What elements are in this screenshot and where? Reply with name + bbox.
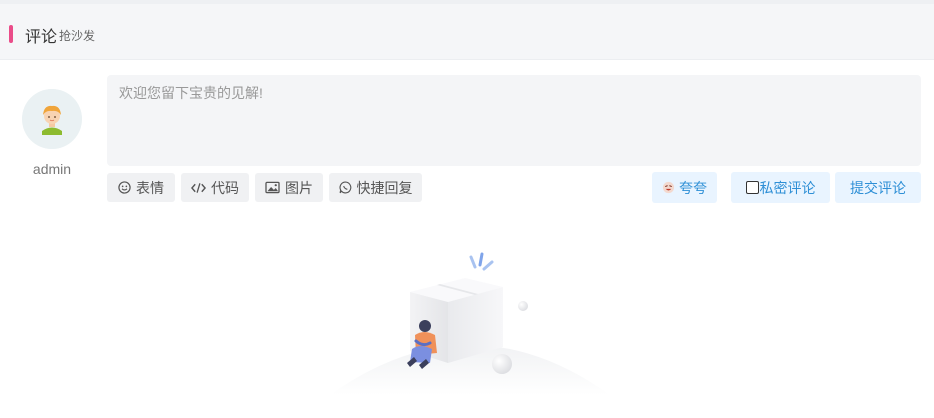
- image-icon: [265, 181, 280, 194]
- quick-reply-button[interactable]: 快捷回复: [329, 173, 422, 202]
- empty-state: [320, 245, 620, 395]
- image-label: 图片: [285, 179, 313, 196]
- emoji-button[interactable]: 表情: [107, 173, 175, 202]
- praise-button[interactable]: 夸夸: [652, 172, 717, 203]
- username: admin: [32, 161, 72, 177]
- avatar-girl-icon: [22, 89, 82, 149]
- section-subtitle: 抢沙发: [59, 29, 96, 43]
- empty-box-illustration-icon: [330, 252, 610, 395]
- comment-section-header: 评论 抢沙发: [0, 4, 934, 60]
- private-checkbox[interactable]: [745, 181, 759, 194]
- private-comment-label: 私密评论: [759, 179, 816, 196]
- smile-icon: [118, 181, 131, 194]
- code-button[interactable]: 代码: [181, 173, 249, 202]
- code-label: 代码: [211, 179, 239, 196]
- code-icon: [191, 182, 206, 194]
- submit-comment-button[interactable]: 提交评论: [835, 172, 921, 203]
- quick-reply-label: 快捷回复: [356, 179, 413, 196]
- chat-icon: [339, 181, 352, 194]
- comment-input[interactable]: [107, 75, 921, 166]
- submit-comment-label: 提交评论: [850, 179, 906, 196]
- image-button[interactable]: 图片: [255, 173, 323, 202]
- header-accent-bar: [9, 25, 13, 43]
- avatar: [22, 89, 82, 149]
- praise-emoji-icon: [662, 181, 675, 194]
- emoji-label: 表情: [136, 179, 164, 196]
- praise-label: 夸夸: [679, 179, 707, 196]
- section-title: 评论: [25, 29, 58, 46]
- private-comment-toggle[interactable]: 私密评论: [731, 172, 830, 203]
